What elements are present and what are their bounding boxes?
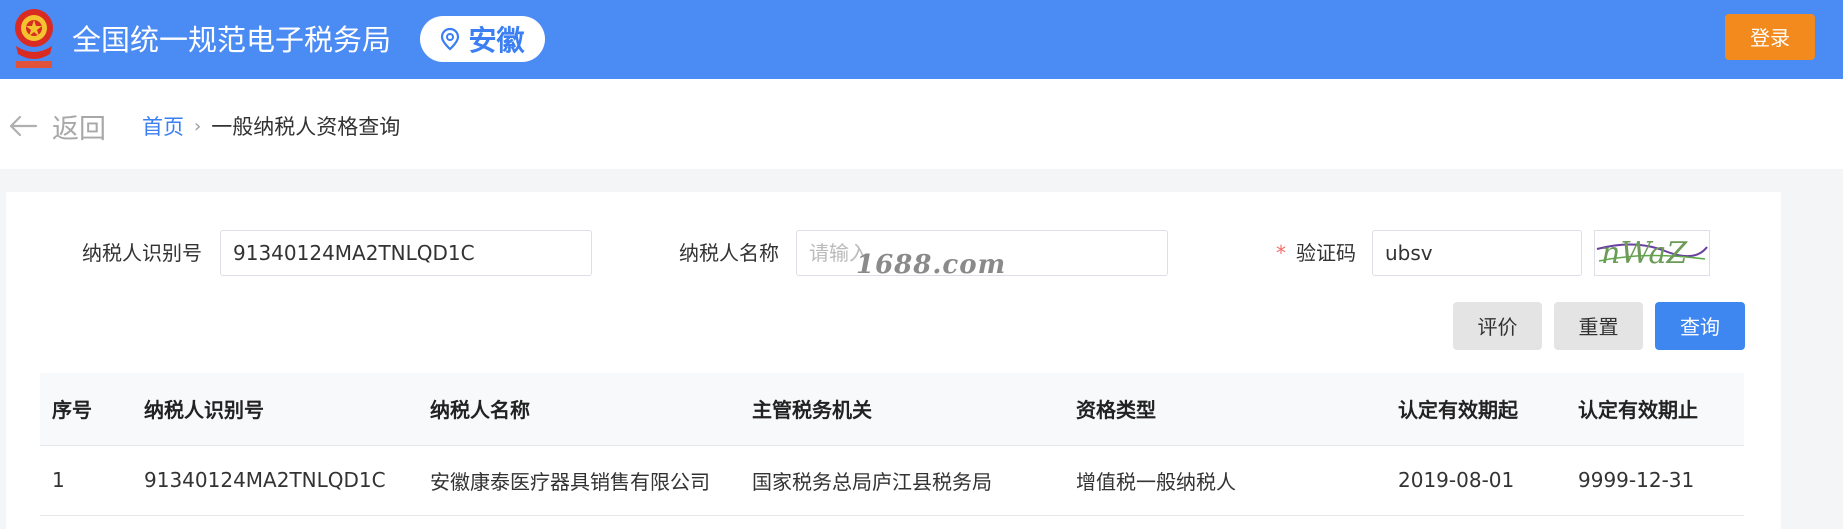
table-cell: 1 [52,468,65,492]
table-cell: 2019-08-01 [1398,468,1515,492]
column-header: 认定有效期止 [1578,398,1698,423]
taxpayer-id-label: 纳税人识别号 [82,241,202,265]
column-header: 认定有效期起 [1398,398,1518,423]
breadcrumb-current: 一般纳税人资格查询 [211,115,401,139]
captcha-text: nWaZ [1601,236,1688,271]
taxpayer-name-label: 纳税人名称 [679,241,779,265]
table-row[interactable]: 1 91340124MA2TNLQD1C 安徽康泰医疗器具销售有限公司 国家税务… [40,445,1744,515]
column-header: 主管税务机关 [752,398,872,423]
table-cell: 增值税一般纳税人 [1076,469,1236,494]
required-mark: * [1276,241,1286,265]
back-button[interactable]: 返回 [8,108,106,145]
location-pin-icon [441,27,460,51]
watermark: 1688.com [856,250,1007,280]
arrow-left-icon [9,115,38,137]
table-header-row: 序号 纳税人识别号 纳税人名称 主管税务机关 资格类型 认定有效期起 认定有效期… [40,373,1744,445]
tax-emblem-icon [15,9,53,68]
captcha-input[interactable]: ubsv [1372,230,1582,276]
site-title: 全国统一规范电子税务局 [72,23,392,57]
chevron-right-icon: › [194,115,202,137]
results-table: 序号 纳税人识别号 纳税人名称 主管税务机关 资格类型 认定有效期起 认定有效期… [40,373,1744,516]
captcha-label-group: * 验证码 [1276,229,1356,277]
taxpayer-id-input[interactable]: 91340124MA2TNLQD1C [220,230,592,276]
table-cell: 安徽康泰医疗器具销售有限公司 [430,469,710,494]
evaluate-button[interactable]: 评价 [1453,302,1542,350]
column-header: 纳税人识别号 [144,398,264,423]
captcha-image[interactable]: nWaZ [1594,230,1710,276]
table-cell: 国家税务总局庐江县税务局 [752,469,992,494]
table-cell: 91340124MA2TNLQD1C [144,468,386,492]
column-header: 序号 [52,398,92,423]
login-button[interactable]: 登录 [1725,14,1815,60]
top-header: 全国统一规范电子税务局 安徽 登录 [0,0,1843,79]
table-cell: 9999-12-31 [1578,468,1695,492]
breadcrumb-bar: 返回 首页 › 一般纳税人资格查询 [0,79,1843,169]
query-button[interactable]: 查询 [1655,302,1745,350]
back-label: 返回 [52,113,106,145]
captcha-label: 验证码 [1296,241,1356,265]
region-selector[interactable]: 安徽 [420,16,545,62]
column-header: 资格类型 [1076,398,1156,423]
column-header: 纳税人名称 [430,398,530,423]
breadcrumb-home-link[interactable]: 首页 [142,111,184,141]
breadcrumb: 首页 › 一般纳税人资格查询 [142,111,400,141]
captcha-graphic: nWaZ [1596,236,1708,271]
region-label: 安徽 [468,24,525,57]
reset-button[interactable]: 重置 [1554,302,1643,350]
